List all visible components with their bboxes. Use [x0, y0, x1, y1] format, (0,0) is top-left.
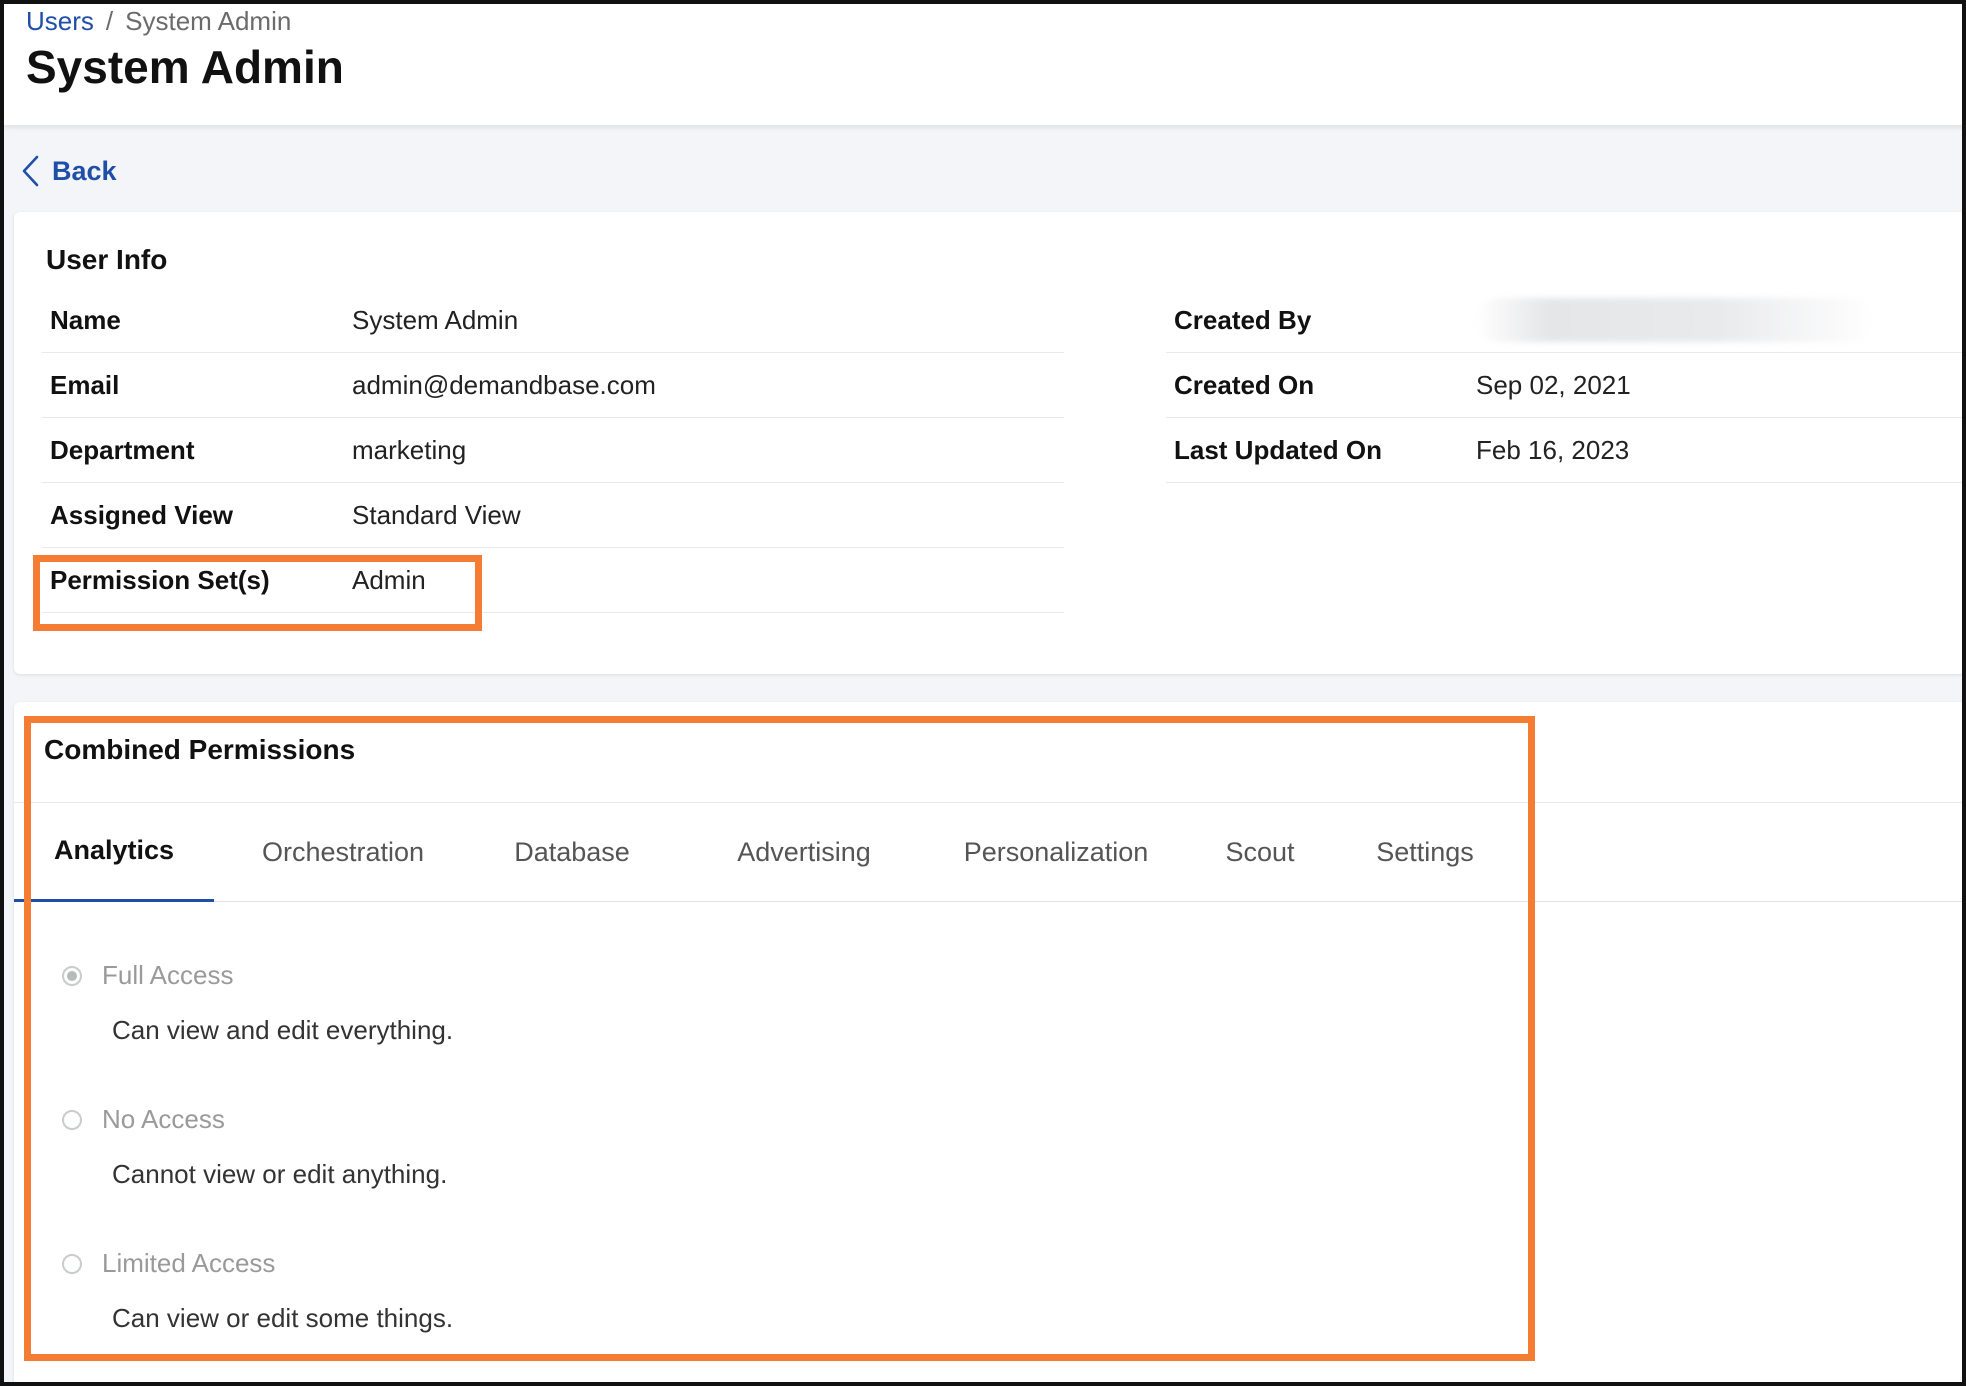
info-row-created-by: Created By	[1166, 288, 1962, 353]
redacted-value	[1476, 298, 1876, 342]
user-info-right-column: Created By Created On Sep 02, 2021 Last …	[1166, 288, 1962, 483]
user-info-left-column: Name System Admin Email admin@demandbase…	[42, 288, 1064, 613]
app-frame: Users / System Admin System Admin Back Use…	[0, 0, 1966, 1386]
info-value: Sep 02, 2021	[1476, 369, 1631, 400]
tab-database[interactable]: Database	[492, 802, 652, 902]
info-value: Admin	[352, 564, 426, 595]
option-description: Cannot view or edit anything.	[112, 1159, 448, 1189]
info-label: Assigned View	[50, 499, 234, 530]
tab-orchestration[interactable]: Orchestration	[240, 802, 446, 902]
permission-tabs: Analytics Orchestration Database Adverti…	[14, 802, 1962, 902]
info-value: System Admin	[352, 304, 519, 335]
info-row-department: Department marketing	[42, 418, 1064, 483]
info-row-permission-sets: Permission Set(s) Admin	[42, 548, 1064, 613]
combined-permissions-card: Combined Permissions Analytics Orchestra…	[14, 702, 1962, 1382]
option-label: Limited Access	[102, 1248, 276, 1278]
user-info-card: User Info Name System Admin Email admin@…	[14, 212, 1962, 674]
info-value: marketing	[352, 434, 467, 465]
info-value: admin@demandbase.com	[352, 369, 656, 400]
page-header: Users / System Admin System Admin	[4, 4, 1962, 126]
info-value: Feb 16, 2023	[1476, 434, 1630, 465]
breadcrumb: Users / System Admin	[26, 6, 291, 37]
radio-full-access[interactable]	[62, 965, 82, 986]
tab-settings[interactable]: Settings	[1350, 802, 1500, 902]
option-description: Can view or edit some things.	[112, 1303, 454, 1333]
tab-scout[interactable]: Scout	[1200, 802, 1320, 902]
radio-no-access[interactable]	[62, 1109, 82, 1130]
tab-analytics[interactable]: Analytics	[14, 802, 214, 902]
info-value: Standard View	[352, 499, 521, 530]
info-row-last-updated-on: Last Updated On Feb 16, 2023	[1166, 418, 1962, 483]
info-row-created-on: Created On Sep 02, 2021	[1166, 353, 1962, 418]
info-label: Email	[50, 369, 120, 400]
option-label: Full Access	[102, 960, 234, 990]
info-label: Last Updated On	[1174, 434, 1383, 465]
combined-permissions-title: Combined Permissions	[44, 734, 356, 765]
radio-selected-dot	[67, 970, 77, 981]
page-title: System Admin	[26, 41, 344, 93]
option-no-access: No Access Cannot view or edit anything.	[62, 1104, 447, 1190]
option-label: No Access	[102, 1104, 225, 1134]
chevron-left-icon	[22, 155, 39, 187]
option-full-access: Full Access Can view and edit everything…	[62, 960, 453, 1046]
breadcrumb-separator: /	[105, 6, 114, 36]
info-label: Created By	[1174, 304, 1312, 335]
info-row-email: Email admin@demandbase.com	[42, 353, 1064, 418]
user-info-title: User Info	[46, 244, 168, 275]
back-label: Back	[52, 155, 117, 186]
option-limited-access: Limited Access Can view or edit some thi…	[62, 1248, 453, 1334]
info-label: Name	[50, 304, 121, 335]
breadcrumb-users-link[interactable]: Users	[26, 6, 94, 36]
radio-limited-access[interactable]	[62, 1253, 82, 1274]
tab-personalization[interactable]: Personalization	[936, 802, 1176, 902]
info-label: Permission Set(s)	[50, 564, 270, 595]
option-description: Can view and edit everything.	[112, 1015, 454, 1045]
breadcrumb-current: System Admin	[125, 6, 292, 36]
back-button[interactable]: Back	[20, 154, 117, 188]
info-row-assigned-view: Assigned View Standard View	[42, 483, 1064, 548]
info-row-name: Name System Admin	[42, 288, 1064, 353]
info-label: Created On	[1174, 369, 1315, 400]
tab-advertising[interactable]: Advertising	[704, 802, 904, 902]
info-label: Department	[50, 434, 195, 465]
